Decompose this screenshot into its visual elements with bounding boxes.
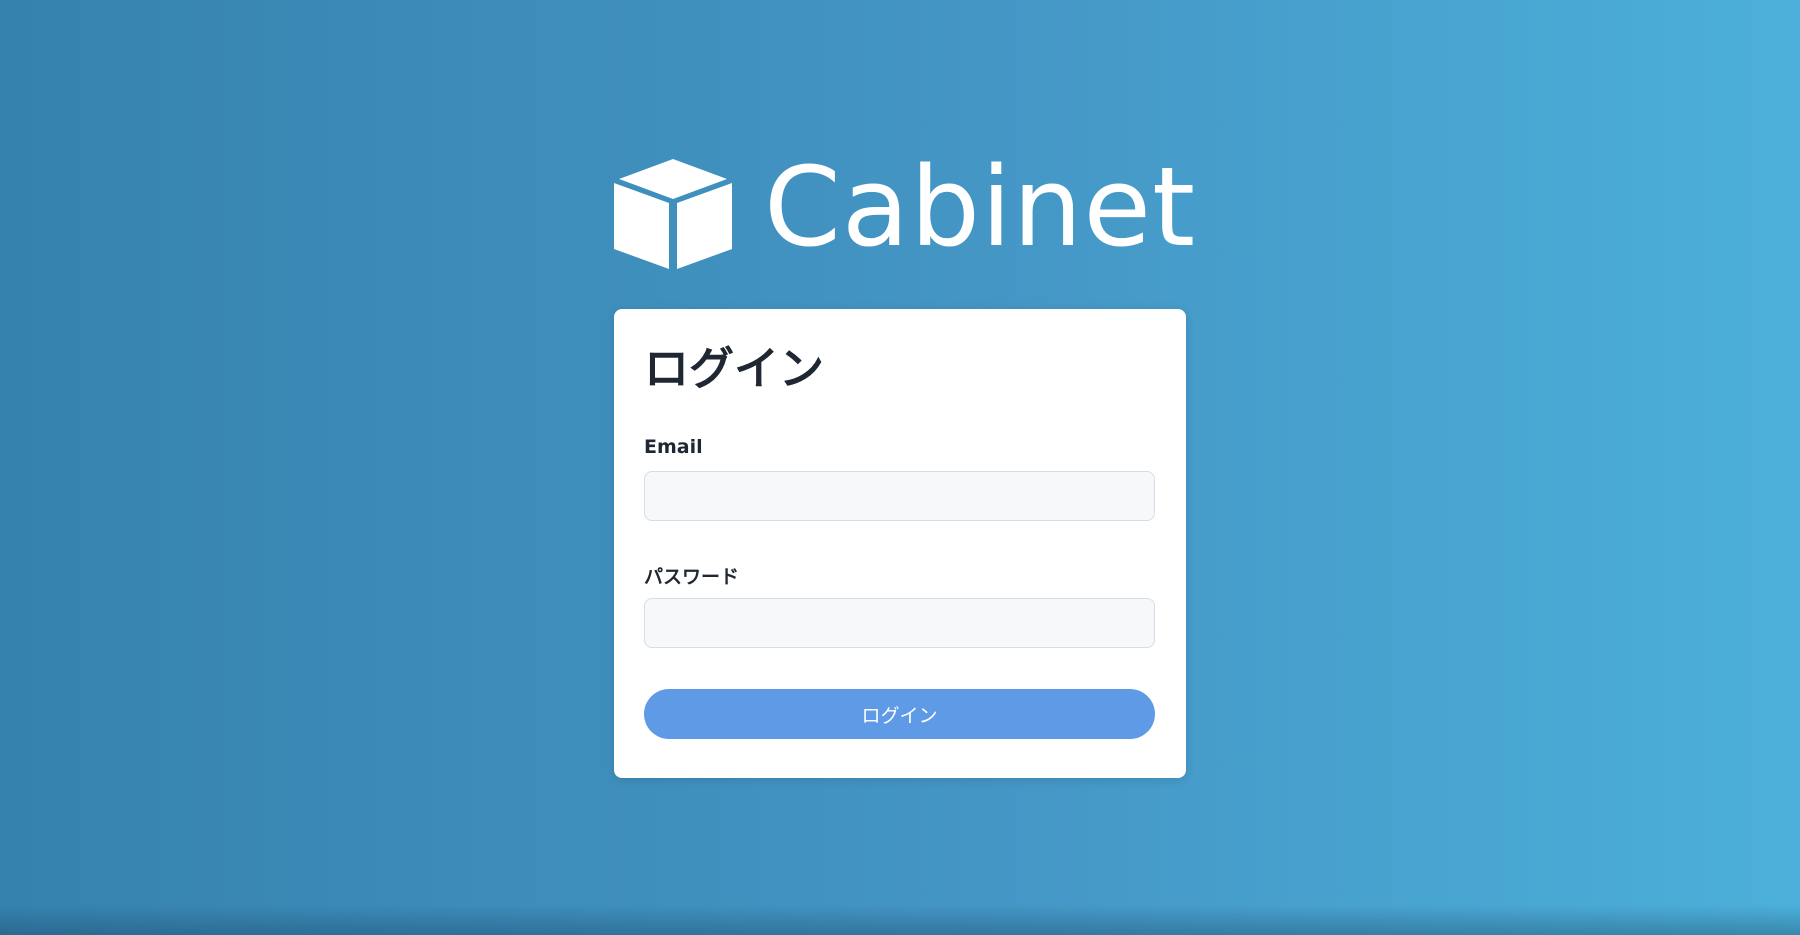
email-label: Email: [644, 436, 703, 458]
brand-logo: Cabinet: [614, 143, 1195, 272]
cube-icon: [614, 159, 732, 269]
email-field[interactable]: [644, 471, 1155, 521]
password-label: パスワード: [644, 566, 740, 588]
login-card: ログイン Email パスワード ログイン: [614, 309, 1186, 778]
brand-name: Cabinet: [764, 143, 1197, 271]
password-field[interactable]: [644, 598, 1155, 648]
page-title: ログイン: [644, 342, 825, 395]
bottom-shadow: [0, 905, 1800, 935]
login-button[interactable]: ログイン: [644, 689, 1155, 739]
